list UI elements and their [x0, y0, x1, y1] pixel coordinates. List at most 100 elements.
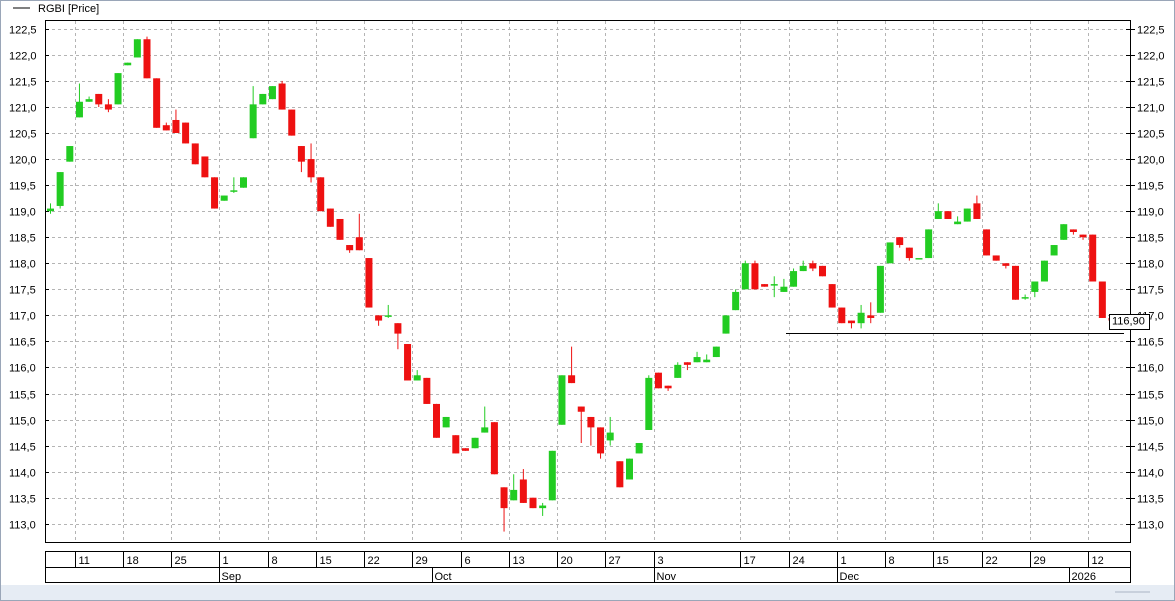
candle [259, 93, 267, 105]
candle-body [857, 312, 865, 324]
candle-body [847, 320, 855, 324]
candle [616, 461, 624, 488]
candle [790, 268, 798, 287]
y-tick-label-left: 115,0 [9, 416, 36, 428]
plot-area[interactable] [45, 20, 1131, 543]
candle [983, 229, 991, 256]
candle-body [384, 315, 392, 317]
candle-body [819, 265, 826, 277]
candle-body [66, 146, 74, 162]
x-month-label: Dec [840, 571, 860, 583]
candle-body [500, 487, 508, 509]
candle-body [1089, 234, 1097, 282]
candle-body [722, 315, 730, 334]
candle-body [654, 372, 662, 389]
candle [114, 73, 122, 105]
y-tick-label-left: 120,0 [9, 155, 37, 167]
candle [722, 315, 730, 334]
x-day-label: 3 [658, 555, 664, 567]
candle [529, 497, 537, 509]
candle-body [780, 286, 788, 292]
candle [288, 109, 296, 136]
candle-body [616, 461, 624, 488]
candle-body [47, 208, 54, 212]
candle-body [828, 284, 836, 308]
candle-body [124, 62, 132, 66]
x-day-label: 27 [609, 555, 621, 567]
x-month-label: Sep [222, 571, 242, 583]
candle [626, 458, 633, 480]
candle-body [741, 263, 749, 290]
candle-body [211, 177, 219, 209]
y-tick-label-left: 121,5 [9, 77, 37, 89]
candle [963, 208, 971, 222]
candle-body [249, 104, 257, 139]
candle-body [925, 229, 933, 259]
candle [654, 372, 662, 389]
candle [1012, 265, 1019, 300]
candle-body [404, 344, 412, 381]
candle-body [761, 284, 769, 287]
candle-body [172, 119, 180, 134]
candle-body [1031, 281, 1039, 292]
candle-body [963, 208, 971, 222]
candle-body [1021, 297, 1029, 299]
candle-body [896, 237, 904, 246]
y-tick-label-left: 121,0 [9, 103, 37, 115]
candle [925, 229, 933, 259]
candle-body [471, 437, 479, 449]
candle [712, 346, 720, 358]
candle-body [683, 362, 691, 365]
candle-body [790, 271, 798, 287]
candle [838, 307, 846, 324]
candle [153, 78, 161, 128]
y-tick-label-right: 114,5 [1137, 442, 1164, 454]
candle [741, 260, 749, 290]
candle-body [182, 122, 190, 144]
candle-body [336, 218, 344, 240]
x-day-label: 1 [841, 555, 847, 567]
candle-body [317, 177, 325, 212]
candle-body [693, 357, 701, 363]
candle-body [153, 78, 161, 128]
x-day-label: 20 [561, 555, 573, 567]
candle [761, 284, 769, 287]
y-tick-label-left: 122,5 [9, 25, 37, 37]
candle [876, 265, 884, 313]
candle [1089, 234, 1097, 282]
candle [240, 177, 247, 188]
x-axis-months-row [45, 567, 1131, 583]
candle [317, 177, 325, 212]
candle [1040, 260, 1048, 282]
candle-body [867, 315, 875, 318]
candle-body [809, 263, 817, 269]
y-tick-label-left: 118,0 [9, 259, 36, 271]
candle [452, 435, 460, 454]
candle [442, 416, 450, 428]
y-tick-label-left: 114,5 [9, 442, 36, 454]
candle [732, 289, 740, 311]
candle-body [751, 263, 759, 290]
candle-body [712, 346, 720, 358]
y-tick-label-right: 122,5 [1137, 25, 1165, 37]
candle-body [973, 203, 981, 219]
candle-body [886, 242, 894, 264]
candle [133, 39, 141, 58]
chart-window: RGBI [Price] 113,0 113,5 114,0 114,5 115,0 11… [0, 0, 1175, 601]
y-tick-label-right: 115,0 [1137, 416, 1164, 428]
y-tick-label-left: 117,0 [9, 311, 36, 323]
status-bar [1, 585, 1174, 600]
y-tick-label-right: 113,5 [1137, 494, 1164, 506]
candle-body [201, 156, 209, 178]
candle-body [162, 125, 170, 131]
y-tick-label-right: 121,5 [1137, 77, 1165, 89]
candle-body [346, 245, 354, 251]
candle-body [577, 406, 585, 412]
candle-body [1079, 234, 1087, 238]
candle-body [587, 416, 595, 428]
x-day-label: 6 [465, 555, 471, 567]
candle-body [490, 422, 498, 475]
y-tick-label-left: 118,5 [9, 233, 36, 245]
y-tick-label-right: 120,0 [1137, 155, 1165, 167]
candle [191, 143, 199, 165]
